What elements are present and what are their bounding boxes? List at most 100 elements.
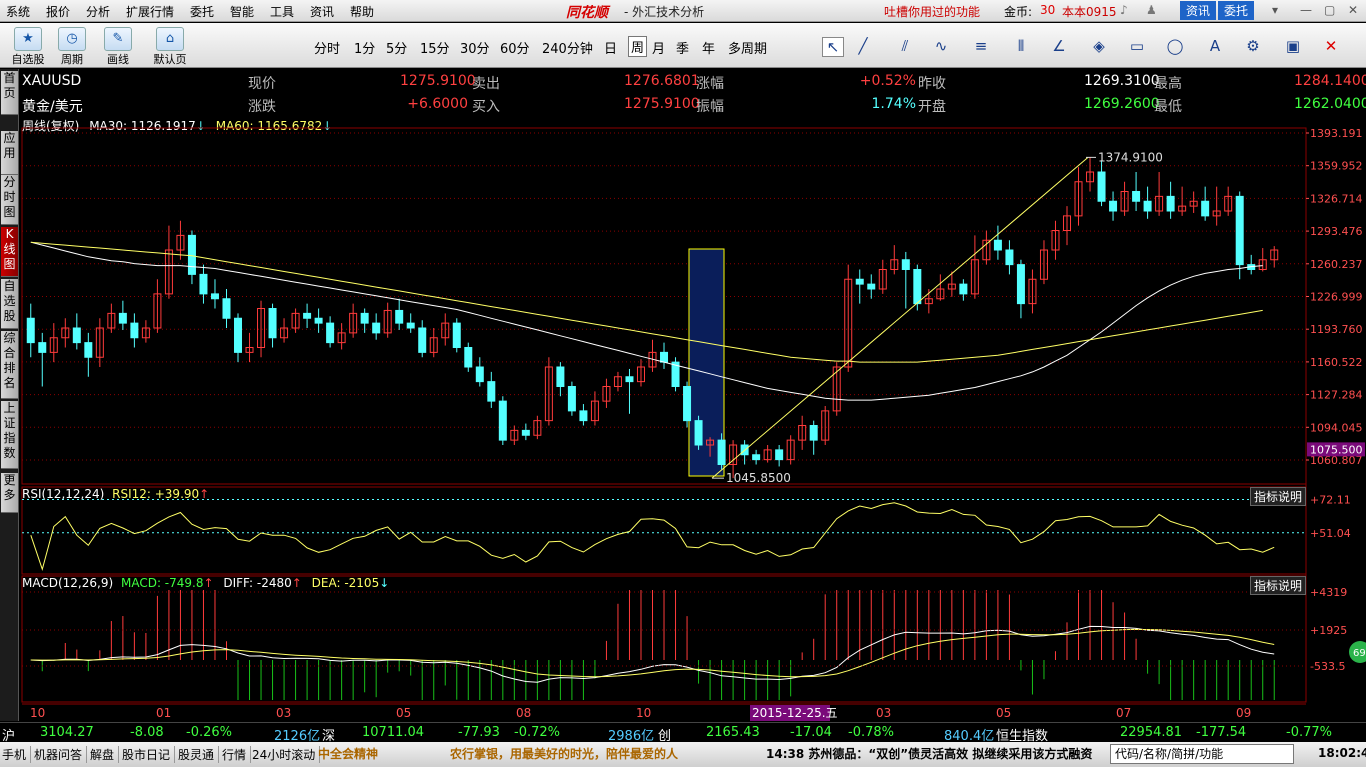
macd-tick-label: -533.5 [1310, 660, 1345, 673]
news-ticker-2[interactable]: 农行掌银，用最美好的时光，陪伴最爱的人 [450, 745, 678, 762]
low-marker-label: 1045.8500 [726, 471, 791, 485]
candle-body [683, 386, 692, 422]
candle-body [187, 234, 196, 275]
candle-body [118, 312, 127, 324]
index-status-bar: 沪 3104.27 -8.08 -0.26% 2126亿 深 10711.04 … [0, 722, 1366, 744]
candle-body [556, 366, 565, 387]
candle-body [1005, 249, 1014, 266]
candle-body [199, 273, 208, 295]
bottom-robot-qa[interactable]: 机器问答 [34, 746, 88, 763]
macd-legend: MACD(12,26,9) MACD: -749.8↑ DIFF: -2480↑… [22, 576, 389, 590]
candle-body [959, 283, 968, 295]
candle-body [993, 239, 1002, 251]
candle-body [314, 317, 323, 324]
macd-title: MACD(12,26,9) [22, 576, 114, 590]
hs-pct: -0.77% [1286, 725, 1332, 740]
kline-chart[interactable]: 1393.191 1359.952 1326.714 1293.476 1260.237… [0, 0, 1366, 722]
bottom-analysis[interactable]: 解盘 [90, 746, 120, 763]
candle-body [210, 293, 219, 300]
sh-pct: -0.26% [186, 725, 232, 740]
arrow-up-icon: ↑ [203, 576, 214, 590]
time-tick-label: 07 [1116, 706, 1131, 720]
time-tick-label: 10 [30, 706, 45, 720]
trend-line [711, 156, 1089, 479]
candle-body [1132, 191, 1141, 202]
candle-body [1143, 200, 1152, 212]
current-price-label: 1075.500 [1310, 443, 1363, 456]
candle-body [38, 342, 47, 353]
time-tick-label: 01 [156, 706, 171, 720]
candle-body [360, 312, 369, 324]
high-marker-label: 1374.9100 [1098, 150, 1163, 164]
cy-value: 2165.43 [706, 725, 760, 740]
candle-body [464, 347, 473, 368]
candle-body [809, 425, 818, 441]
price-tick-label: 1326.714 [1310, 192, 1363, 205]
macd-help-button[interactable]: 指标说明 [1250, 576, 1307, 595]
candle-body [1166, 195, 1175, 212]
news-ticker-3[interactable]: 14:38 苏州德品：“双创”债灵活高效 拟继续采用该方式融资 [766, 745, 1092, 762]
price-tick-label: 1393.191 [1310, 127, 1363, 140]
time-tick-label: 08 [516, 706, 531, 720]
cy-pct: -0.78% [848, 725, 894, 740]
candle-body [1235, 195, 1244, 266]
candle-body [372, 322, 381, 334]
rsi-help-button[interactable]: 指标说明 [1250, 487, 1307, 506]
candle-body [452, 322, 461, 348]
dea-value: DEA: -2105 [311, 576, 380, 590]
bottom-diary[interactable]: 股市日记 [122, 746, 176, 763]
hs-change: -177.54 [1196, 725, 1247, 740]
rsi-legend: RSI(12,12,24) RSI12: +39.90↑ [22, 487, 209, 501]
rsi-tick-label: +51.04 [1310, 527, 1351, 540]
ma60-line [30, 241, 1263, 363]
candle-body [1016, 264, 1025, 305]
price-tick-label: 1293.476 [1310, 225, 1363, 238]
candle-body [775, 449, 784, 461]
candle-body [1097, 171, 1106, 202]
price-tick-label: 1260.237 [1310, 258, 1363, 271]
bottom-stock-link[interactable]: 股灵通 [178, 746, 220, 763]
price-tick-label: 1160.522 [1310, 356, 1363, 369]
arrow-down-icon: ↓ [379, 576, 390, 590]
candle-body [234, 317, 243, 353]
price-tick-label: 1226.999 [1310, 291, 1363, 304]
arrow-up-icon: ↑ [199, 487, 210, 501]
price-tick-label: 1127.284 [1310, 389, 1363, 402]
candle-body [752, 454, 761, 461]
news-ticker-1[interactable]: 中全会精神 [318, 745, 378, 762]
candle-body [567, 386, 576, 412]
candle-body [72, 327, 81, 344]
cy-change: -17.04 [790, 725, 832, 740]
candle-body [326, 322, 335, 344]
bottom-mobile[interactable]: 手机 [2, 746, 32, 763]
macd-value: MACD: -749.8 [120, 576, 204, 590]
time-tick-label: 03 [876, 706, 891, 720]
sz-value: 10711.04 [362, 725, 425, 740]
clock: 18:02:41 [1318, 746, 1366, 760]
candle-body [521, 429, 530, 436]
ma30-line [30, 241, 1263, 401]
macd-tick-label: +4319 [1310, 586, 1347, 599]
candle-body [660, 351, 669, 363]
candle-body [1109, 200, 1118, 212]
candle-body [487, 381, 496, 402]
bottom-market[interactable]: 行情 [222, 746, 252, 763]
sz-pct: -0.72% [514, 725, 560, 740]
candle-body [130, 322, 139, 339]
candle-body [901, 259, 910, 270]
time-tick-label: 05 [996, 706, 1011, 720]
sh-value: 3104.27 [40, 725, 94, 740]
time-tick-label: 2015-12-25.五 [752, 706, 838, 720]
candle-body [867, 283, 876, 290]
candle-body [268, 308, 277, 339]
rsi-title: RSI(12,12,24) [22, 487, 105, 501]
price-tick-label: 1094.045 [1310, 421, 1363, 434]
candle-body [855, 278, 864, 285]
sh-change: -8.08 [130, 725, 164, 740]
candle-body [475, 366, 484, 383]
bottom-24h-scroll[interactable]: 24小时滚动 [252, 746, 321, 763]
rsi-line [30, 502, 1275, 572]
time-tick-label: 03 [276, 706, 291, 720]
candle-body [406, 322, 415, 329]
code-search-input[interactable]: 代码/名称/简拼/功能 [1110, 744, 1294, 764]
